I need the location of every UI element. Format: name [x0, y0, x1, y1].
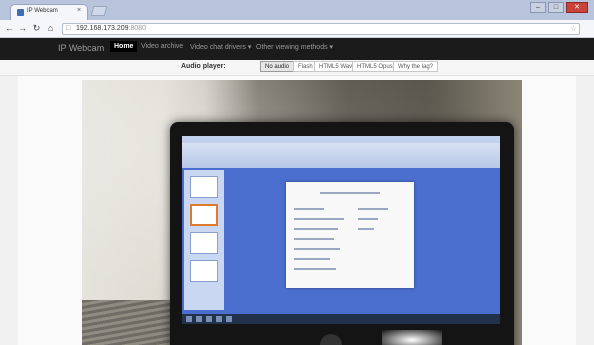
tab-close-icon[interactable]: ×: [77, 7, 81, 14]
page-icon: □: [66, 25, 71, 32]
video-laptop-screen: [182, 136, 500, 324]
window-controls: – □ ✕: [530, 2, 588, 14]
address-bar[interactable]: □ 192.168.173.209:8080 ☆: [62, 23, 580, 35]
video-slide-line: [294, 218, 344, 220]
video-task-icon: [216, 316, 222, 322]
nav-home[interactable]: Home: [110, 41, 138, 52]
video-slide-line: [358, 228, 374, 230]
video-task-icon: [206, 316, 212, 322]
nav-video-chat-drivers[interactable]: Video chat drivers ▾: [190, 43, 251, 51]
audio-option-why-lag[interactable]: Why the lag?: [393, 61, 439, 72]
home-icon[interactable]: ⌂: [45, 23, 56, 34]
camera-video-feed[interactable]: [82, 80, 522, 345]
video-task-icon: [196, 316, 202, 322]
tab-title: IP Webcam: [27, 8, 58, 14]
video-cables: [82, 300, 182, 345]
nav-other-viewing-methods[interactable]: Other viewing methods ▾: [256, 43, 333, 51]
video-slide-line: [294, 238, 334, 240]
audio-option-html5-opus[interactable]: HTML5 Opus: [352, 61, 398, 72]
forward-icon[interactable]: →: [17, 23, 28, 34]
video-slide-line: [294, 248, 340, 250]
audio-player-bar: Audio player: No audio Flash HTML5 Wav H…: [0, 60, 594, 76]
video-slide-line: [294, 268, 336, 270]
video-thumb: [190, 204, 218, 226]
audio-option-html5-wav[interactable]: HTML5 Wav: [314, 61, 358, 72]
browser-toolbar: ← → ↻ ⌂ □ 192.168.173.209:8080 ☆: [0, 20, 594, 38]
video-slide-line: [294, 208, 324, 210]
video-thumb: [190, 232, 218, 254]
favicon-icon: [17, 9, 24, 16]
audio-option-no-audio[interactable]: No audio: [260, 61, 295, 72]
browser-tab[interactable]: IP Webcam ×: [10, 4, 88, 20]
video-slide-line: [320, 192, 380, 194]
close-window-button[interactable]: ✕: [566, 2, 588, 13]
video-slide: [286, 182, 414, 288]
app-navbar: IP Webcam Home Video archive Video chat …: [0, 38, 594, 60]
video-task-icon: [186, 316, 192, 322]
video-slide-panel: [184, 170, 224, 310]
left-gutter: [0, 76, 18, 345]
video-thumb: [190, 176, 218, 198]
back-icon[interactable]: ←: [4, 23, 15, 34]
reload-icon[interactable]: ↻: [31, 23, 42, 34]
video-slide-line: [358, 208, 388, 210]
video-task-icon: [226, 316, 232, 322]
url-text: 192.168.173.209:8080: [76, 25, 147, 32]
video-slide-line: [358, 218, 378, 220]
audio-player-label: Audio player:: [181, 63, 226, 70]
video-thumb: [190, 260, 218, 282]
video-laptop-logo: [320, 334, 342, 345]
new-tab-button[interactable]: [90, 6, 108, 16]
nav-video-archive[interactable]: Video archive: [141, 43, 183, 50]
video-slide-line: [294, 228, 338, 230]
minimize-button[interactable]: –: [530, 2, 546, 13]
video-laptop: [170, 122, 514, 345]
video-slide-line: [294, 258, 330, 260]
right-gutter: [576, 76, 594, 345]
brand-logo[interactable]: IP Webcam: [58, 43, 104, 53]
video-app-titlebar: [182, 136, 500, 143]
video-taskbar: [182, 314, 500, 324]
maximize-button[interactable]: □: [548, 2, 564, 13]
video-glare: [382, 330, 442, 345]
browser-tabstrip: IP Webcam × – □ ✕: [0, 0, 594, 20]
bookmark-star-icon[interactable]: ☆: [570, 24, 577, 33]
